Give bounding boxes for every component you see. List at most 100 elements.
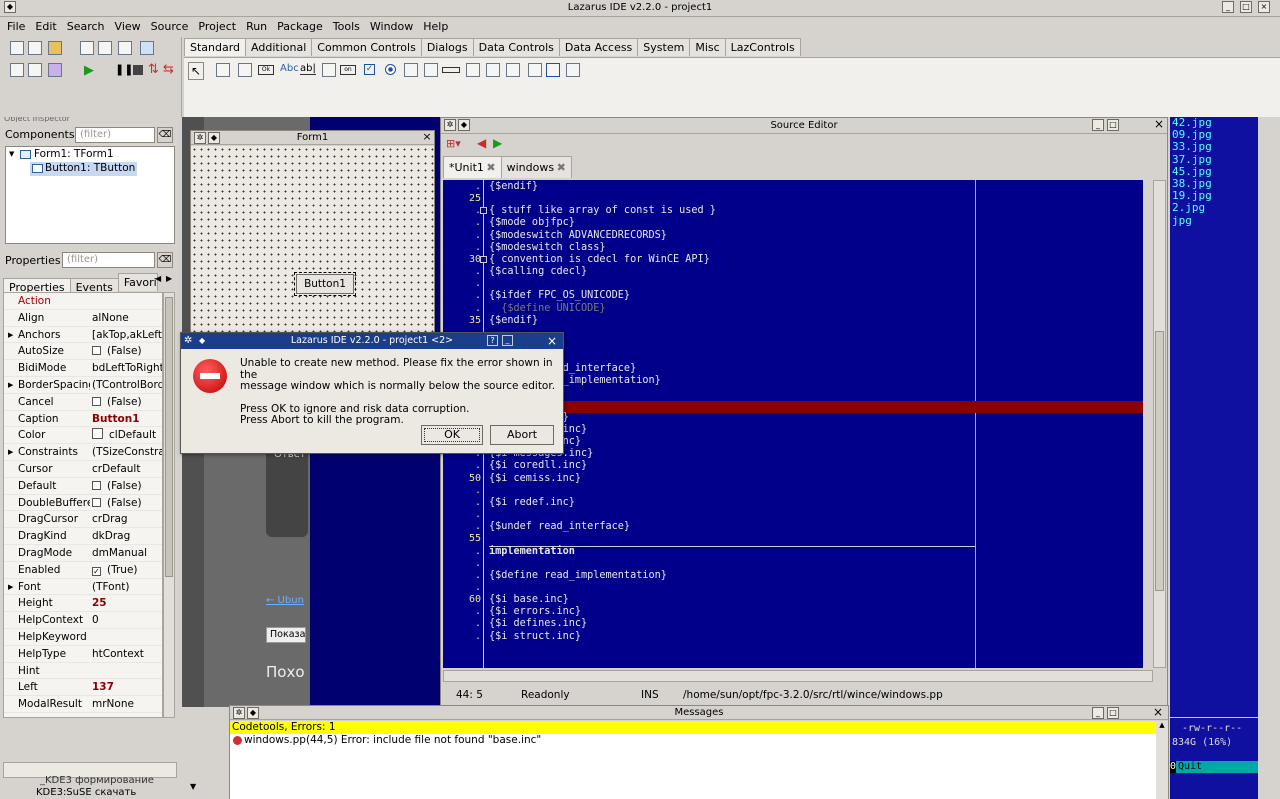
code-line[interactable]: {$undef read_interface} — [489, 521, 630, 532]
code-line[interactable]: {$modeswitch ADVANCEDRECORDS} — [489, 230, 667, 241]
tactionlist-icon[interactable] — [566, 63, 580, 77]
expand-icon[interactable]: ▶ — [8, 444, 13, 461]
checkbox-icon[interactable] — [92, 497, 101, 507]
form1-close-button[interactable]: × — [421, 131, 433, 144]
expand-icon[interactable]: ▶ — [8, 327, 13, 344]
property-row[interactable]: Cancel (False) — [4, 394, 162, 411]
property-value-cell[interactable]: (TControlBorde — [92, 377, 162, 394]
clear-filter-icon[interactable]: ⌫ — [157, 127, 173, 143]
property-row[interactable]: DragMode dmManual — [4, 545, 162, 562]
back-icon[interactable]: ◀ — [477, 136, 486, 150]
tab-scroll-right-icon[interactable]: ▶ — [166, 274, 172, 283]
property-row[interactable]: DoubleBuffered (False) — [4, 495, 162, 512]
menu-project[interactable]: Project — [193, 18, 241, 36]
menu-search[interactable]: Search — [62, 18, 110, 36]
close-tab-icon[interactable]: ✖ — [557, 161, 566, 174]
open-icon[interactable] — [48, 41, 62, 55]
tedit-icon[interactable]: ab| — [300, 63, 316, 75]
menu-file[interactable]: File — [2, 18, 30, 36]
code-line[interactable]: {$i base.inc} — [489, 594, 569, 605]
messages-scrollbar[interactable]: ▲ — [1156, 721, 1168, 799]
property-row[interactable]: Caption Button1 — [4, 411, 162, 428]
tab-unit1[interactable]: *Unit1 ✖ — [443, 156, 502, 178]
property-row[interactable]: Enabled ✓ (True) — [4, 562, 162, 579]
code-line[interactable]: {$mode objfpc} — [489, 217, 575, 228]
property-value-cell[interactable]: (TFont) — [92, 579, 162, 596]
tmainmenu-icon[interactable] — [216, 63, 230, 77]
property-row[interactable]: HelpKeyword — [4, 629, 162, 646]
property-row[interactable]: Left 137 — [4, 679, 162, 697]
menu-tools[interactable]: Tools — [328, 18, 365, 36]
messages-maximize-button[interactable]: □ — [1107, 707, 1119, 719]
tab-scroll-left-icon[interactable]: ◀ — [155, 274, 161, 283]
tree-item-button1[interactable]: Button1: TButton — [45, 162, 135, 174]
dialog-close-button[interactable]: × — [547, 333, 557, 349]
property-row[interactable]: ▶ Font (TFont) — [4, 579, 162, 596]
fold-icon[interactable] — [480, 207, 487, 215]
tab-dialogs[interactable]: Dialogs — [420, 38, 474, 56]
code-line[interactable]: {$modeswitch class} — [489, 242, 606, 253]
code-line[interactable]: {$define read_implementation} — [489, 570, 667, 581]
tscrollbar-icon[interactable] — [442, 67, 460, 73]
add-file-icon[interactable] — [28, 63, 42, 77]
code-line[interactable]: {$i struct.inc} — [489, 631, 581, 642]
property-row[interactable]: Color clDefault — [4, 427, 162, 445]
tradiogroup-icon[interactable] — [486, 63, 500, 77]
property-row[interactable]: DragKind dkDrag — [4, 528, 162, 545]
property-scrollbar[interactable] — [163, 292, 175, 718]
checkbox-icon[interactable] — [92, 480, 101, 490]
tlabel-icon[interactable]: Abc — [280, 63, 299, 74]
ok-button[interactable]: OK — [421, 425, 483, 445]
bg-tree-item[interactable]: KDE3:SuSE скачать — [36, 787, 136, 798]
dialog-pin-icon[interactable]: ◆ — [199, 333, 205, 349]
new-form-icon[interactable] — [28, 41, 42, 55]
run-icon[interactable]: ▶ — [84, 63, 94, 78]
tpanel-icon[interactable] — [528, 63, 542, 77]
tframe-icon[interactable] — [546, 63, 560, 77]
code-line[interactable]: {$ifdef FPC_OS_UNICODE} — [489, 290, 630, 301]
property-row[interactable]: HelpContext 0 — [4, 612, 162, 629]
tab-standard[interactable]: Standard — [184, 38, 247, 56]
property-row[interactable]: Align alNone — [4, 310, 162, 327]
menu-package[interactable]: Package — [272, 18, 328, 36]
form1-canvas[interactable]: Button1 — [191, 146, 434, 341]
property-value-cell[interactable]: ✓ (True) — [92, 562, 162, 579]
code-line[interactable]: {$i defines.inc} — [489, 618, 587, 629]
components-filter-input[interactable]: (filter) — [75, 127, 155, 143]
messages-pin-icon[interactable]: ◆ — [247, 707, 259, 719]
messages-minimize-button[interactable]: _ — [1092, 707, 1104, 719]
save-icon[interactable] — [80, 41, 94, 55]
property-row[interactable]: ▶ Constraints (TSizeConstra — [4, 444, 162, 461]
property-row[interactable]: ▶ BorderSpacing (TControlBorde — [4, 377, 162, 394]
tree-item-form1[interactable]: Form1: TForm1 — [34, 148, 114, 160]
editor-hscrollbar[interactable] — [443, 670, 1153, 682]
tcheckgroup-icon[interactable] — [506, 63, 520, 77]
selection-pointer-icon[interactable]: ↖ — [188, 62, 204, 80]
messages-menu-icon[interactable]: ✲ — [233, 707, 245, 719]
property-value-cell[interactable]: 25 — [92, 595, 162, 612]
tcheckbox-icon[interactable]: ✓ — [364, 64, 375, 75]
clear-properties-filter-icon[interactable]: ⌫ — [157, 252, 173, 268]
dialog-minimize-button[interactable]: _ — [502, 335, 513, 346]
editor-scrollbar-thumb[interactable] — [1155, 331, 1164, 591]
checkbox-icon[interactable] — [92, 396, 101, 406]
scroll-down-icon[interactable]: ▼ — [190, 782, 196, 791]
close-button[interactable]: × — [1258, 1, 1270, 13]
forward-icon[interactable]: ▶ — [493, 136, 502, 150]
error-message[interactable]: windows.pp(44,5) Error: include file not… — [244, 734, 541, 746]
ttogglebox-icon[interactable]: on — [340, 65, 356, 75]
abort-button[interactable]: Abort — [490, 425, 554, 445]
property-value-cell[interactable]: mrNone — [92, 696, 162, 713]
property-value-cell[interactable]: dmManual — [92, 545, 162, 562]
tab-misc[interactable]: Misc — [689, 38, 726, 56]
property-value-cell[interactable]: 137 — [92, 679, 162, 696]
tab-data-controls[interactable]: Data Controls — [472, 38, 560, 56]
terminal-quit[interactable]: Quit — [1178, 761, 1202, 773]
tab-favorites[interactable]: Favorite — [117, 273, 158, 291]
terminal-file[interactable]: 37.jpg — [1172, 153, 1212, 166]
code-line[interactable]: {$i redef.inc} — [489, 497, 575, 508]
property-value-cell[interactable]: Button1 — [92, 411, 162, 428]
editor-maximize-button[interactable]: □ — [1107, 119, 1119, 131]
property-row[interactable]: BidiMode bdLeftToRight — [4, 360, 162, 377]
dialog-help-button[interactable]: ? — [487, 335, 498, 346]
